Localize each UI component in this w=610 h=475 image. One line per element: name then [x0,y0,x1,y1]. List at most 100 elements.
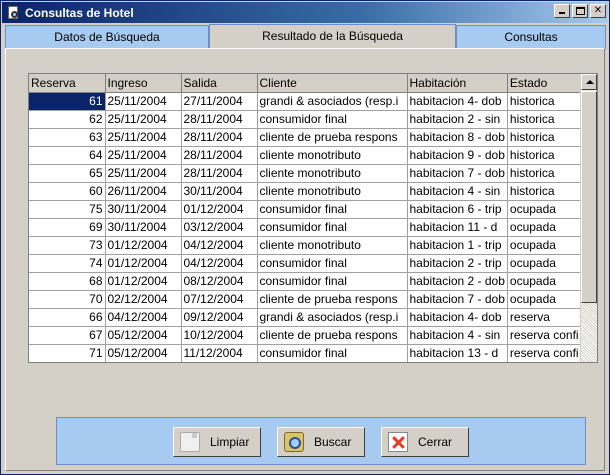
table-cell[interactable]: historica [507,92,586,111]
table-row[interactable]: 69 30/11/2004 03/12/2004 consumidor final ha… [29,218,586,237]
table-row[interactable]: 62 25/11/2004 28/11/2004 consumidor final ha… [29,110,586,129]
table-cell[interactable]: 04/12/2004 [181,236,258,255]
table-cell[interactable]: habitacion 4- dob [407,308,508,327]
table-cell[interactable]: historica [507,110,586,129]
table-cell[interactable]: 62 [29,110,106,129]
table-cell[interactable]: 28/11/2004 [181,128,258,147]
table-cell[interactable]: 25/11/2004 [105,164,182,183]
table-cell[interactable]: habitacion 4 - sin [407,182,508,201]
table-cell[interactable]: 07/12/2004 [181,290,258,309]
table-cell[interactable]: ocupada [507,254,586,273]
table-cell[interactable]: 74 [29,254,106,273]
table-cell[interactable]: 27/11/2004 [181,92,258,111]
table-cell[interactable]: 25/11/2004 [105,128,182,147]
table-cell[interactable]: habitacion 6 - trip [407,200,508,219]
table-cell[interactable]: habitacion 4 - sin [407,326,508,345]
table-row[interactable]: 61 25/11/2004 27/11/2004 grandi & asociados… [29,92,586,111]
table-row[interactable]: 64 25/11/2004 28/11/2004 cliente monotribut… [29,146,586,165]
table-cell[interactable]: habitacion 2 - dob [407,272,508,291]
table-cell[interactable]: 25/11/2004 [105,146,182,165]
table-cell[interactable]: reserva [507,308,586,327]
tab-queries[interactable]: Consultas [456,25,606,49]
table-cell[interactable]: reserva confi [507,326,586,345]
table-cell[interactable]: cliente monotributo [257,236,408,255]
table-cell[interactable]: cliente de prueba respons [257,290,408,309]
column-header-cliente[interactable]: Cliente [257,74,408,93]
table-cell[interactable]: consumidor final [257,218,408,237]
table-cell[interactable]: 28/11/2004 [181,164,258,183]
table-row[interactable]: 67 05/12/2004 10/12/2004 cliente de prueba … [29,326,586,345]
table-cell[interactable]: reserva confi [507,344,586,362]
table-cell[interactable]: 26/11/2004 [105,182,182,201]
table-row[interactable]: 65 25/11/2004 28/11/2004 cliente monotribut… [29,164,586,183]
scroll-up-arrow-icon[interactable] [581,74,597,90]
column-header-salida[interactable]: Salida [181,74,258,93]
table-cell[interactable]: ocupada [507,290,586,309]
table-cell[interactable]: 67 [29,326,106,345]
table-cell[interactable]: historica [507,128,586,147]
table-cell[interactable]: habitacion 2 - trip [407,254,508,273]
table-cell[interactable]: 30/11/2004 [105,200,182,219]
minimize-button[interactable] [554,4,570,18]
title-bar[interactable]: Consultas de Hotel ✕ [2,2,608,23]
scroll-track[interactable] [581,303,597,362]
table-cell[interactable]: 04/12/2004 [181,254,258,273]
table-row[interactable]: 60 26/11/2004 30/11/2004 cliente monotribut… [29,182,586,201]
table-cell[interactable]: ocupada [507,218,586,237]
maximize-button[interactable] [572,4,588,18]
table-cell[interactable]: grandi & asociados (resp.i [257,92,408,111]
table-cell[interactable]: 30/11/2004 [181,182,258,201]
table-cell[interactable]: ocupada [507,236,586,255]
table-cell[interactable]: consumidor final [257,110,408,129]
table-row[interactable]: 70 02/12/2004 07/12/2004 cliente de prueba … [29,290,586,309]
table-cell[interactable]: 73 [29,236,106,255]
table-cell[interactable]: consumidor final [257,344,408,362]
table-row[interactable]: 63 25/11/2004 28/11/2004 cliente de prueba … [29,128,586,147]
table-cell[interactable]: habitacion 9 - dob [407,146,508,165]
table-cell[interactable]: consumidor final [257,254,408,273]
scroll-thumb[interactable] [581,91,597,303]
column-header-habitacion[interactable]: Habitación [407,74,508,93]
table-cell[interactable]: 04/12/2004 [105,308,182,327]
table-cell[interactable]: habitacion 2 - sin [407,110,508,129]
table-row[interactable]: 66 04/12/2004 09/12/2004 grandi & asociados… [29,308,586,327]
table-cell[interactable]: habitacion 1 - trip [407,236,508,255]
column-header-estado[interactable]: Estado [507,74,586,93]
table-cell[interactable]: 71 [29,344,106,362]
table-cell[interactable]: 10/12/2004 [181,326,258,345]
table-cell[interactable]: ocupada [507,272,586,291]
tab-search-data[interactable]: Datos de Búsqueda [5,25,209,49]
table-cell[interactable]: 65 [29,164,106,183]
table-cell[interactable]: habitacion 7 - dob [407,164,508,183]
table-cell[interactable]: grandi & asociados (resp.i [257,308,408,327]
table-cell[interactable]: historica [507,182,586,201]
table-cell[interactable]: habitacion 7 - dob [407,290,508,309]
close-window-button[interactable]: ✕ [590,4,606,18]
table-cell[interactable]: 68 [29,272,106,291]
table-cell[interactable]: 69 [29,218,106,237]
table-row[interactable]: 71 05/12/2004 11/12/2004 consumidor final ha… [29,344,586,362]
table-row[interactable]: 68 01/12/2004 08/12/2004 consumidor final ha… [29,272,586,291]
results-grid[interactable]: Reserva Ingreso Salida Cliente Habitació… [28,73,598,363]
table-cell[interactable]: habitacion 13 - d [407,344,508,362]
table-cell[interactable]: 01/12/2004 [105,254,182,273]
tab-search-results[interactable]: Resultado de la Búsqueda [209,24,456,49]
table-cell[interactable]: cliente de prueba respons [257,128,408,147]
table-cell[interactable]: cliente monotributo [257,146,408,165]
column-header-ingreso[interactable]: Ingreso [105,74,182,93]
table-cell[interactable]: 08/12/2004 [181,272,258,291]
table-cell[interactable]: 03/12/2004 [181,218,258,237]
table-cell[interactable]: 64 [29,146,106,165]
table-cell[interactable]: 11/12/2004 [181,344,258,362]
table-cell[interactable]: 05/12/2004 [105,326,182,345]
table-cell[interactable]: 01/12/2004 [105,236,182,255]
table-cell[interactable]: cliente de prueba respons [257,326,408,345]
table-row[interactable]: 74 01/12/2004 04/12/2004 consumidor final ha… [29,254,586,273]
table-cell[interactable]: cliente monotributo [257,182,408,201]
table-cell[interactable]: 05/12/2004 [105,344,182,362]
table-cell[interactable]: 01/12/2004 [181,200,258,219]
column-header-reserva[interactable]: Reserva [29,74,106,93]
table-cell[interactable]: 66 [29,308,106,327]
table-cell[interactable]: ocupada [507,200,586,219]
table-cell[interactable]: 02/12/2004 [105,290,182,309]
